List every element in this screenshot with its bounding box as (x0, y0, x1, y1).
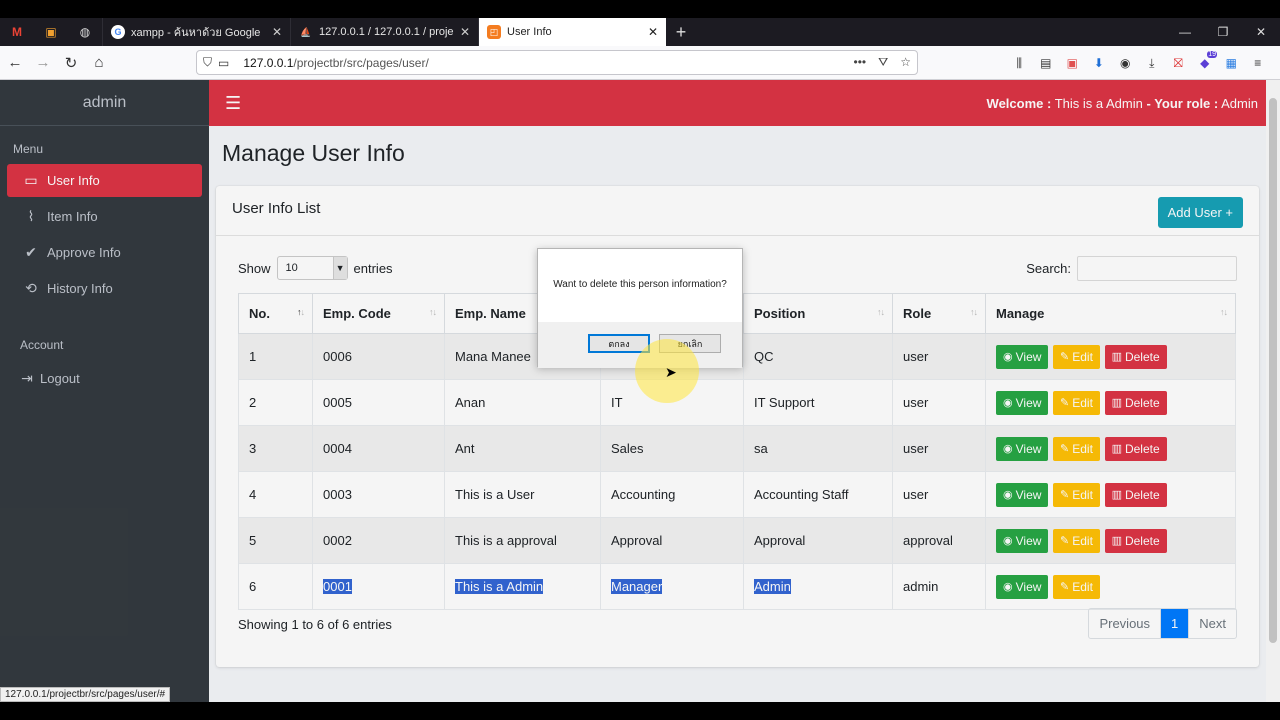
account-icon[interactable]: ◉ (1112, 56, 1139, 70)
tab-phpmyadmin[interactable]: ⛵ 127.0.0.1 / 127.0.0.1 / projectbr ✕ (290, 18, 478, 46)
bookmark-star-icon[interactable]: ☆ (900, 55, 911, 70)
pdf-icon[interactable]: ▣ (1059, 56, 1086, 70)
library-icon[interactable]: ⫼ (1006, 56, 1033, 71)
confirm-dialog: Want to delete this person information? … (537, 248, 743, 368)
forward-icon[interactable]: → (30, 50, 56, 76)
gmail-pinned-tab[interactable]: M (0, 18, 34, 46)
download-manager-icon[interactable]: ⬇ (1086, 56, 1113, 70)
toolbar-icons: ⫼ ▤ ▣ ⬇ ◉ ⤓ ⛝ ◆ 19 ▦ ≡ (1006, 46, 1271, 80)
gmail-icon: M (12, 25, 22, 39)
page-scrollbar[interactable] (1266, 80, 1280, 702)
globe-icon: ◍ (79, 25, 91, 39)
window-controls: — ❐ ✕ (1166, 18, 1280, 46)
dialog-message: Want to delete this person information? (553, 279, 727, 290)
download-icon[interactable]: ⤓ (1139, 56, 1166, 71)
close-icon[interactable]: ✕ (460, 25, 470, 39)
close-window-icon[interactable]: ✕ (1242, 18, 1280, 46)
sidebar-icon[interactable]: ▤ (1033, 56, 1060, 70)
link-status-bar: 127.0.0.1/projectbr/src/pages/user/# (0, 687, 171, 702)
screen-top-bar (0, 0, 1280, 18)
extension-badge-icon[interactable]: ◆ 19 (1192, 51, 1219, 70)
reload-icon[interactable]: ↻ (58, 50, 84, 76)
back-icon[interactable]: ← (2, 50, 28, 76)
menu-icon[interactable]: ≡ (1245, 56, 1272, 70)
extension-icon[interactable]: ⛝ (1165, 56, 1192, 71)
pocket-icon[interactable]: ⛛ (878, 55, 888, 70)
close-icon[interactable]: ✕ (272, 25, 282, 39)
pinned-tab-web[interactable]: ◍ (68, 18, 102, 46)
extensions-icon[interactable]: ▦ (1218, 56, 1245, 70)
app-icon: ◰ (487, 25, 501, 39)
mouse-pointer-icon: ➤ (665, 364, 677, 380)
close-icon[interactable]: ✕ (648, 25, 658, 39)
tab-google[interactable]: G xampp - ค้นหาด้วย Google ✕ (102, 18, 290, 46)
shield-icon: ⛉ (203, 55, 213, 69)
browser-navbar: ← → ↻ ⌂ ⛉ ▭ 127.0.0.1/projectbr/src/page… (0, 46, 1280, 80)
page-icon: ▭ (218, 55, 230, 70)
minimize-icon[interactable]: — (1166, 18, 1204, 46)
home-icon[interactable]: ⌂ (86, 50, 112, 76)
package-icon: ▣ (45, 25, 57, 39)
ok-button[interactable]: ตกลง (588, 334, 650, 353)
pinned-tab[interactable]: ▣ (34, 18, 68, 46)
modal-overlay (0, 80, 1266, 702)
new-tab-button[interactable]: + (666, 18, 696, 46)
phpmyadmin-icon: ⛵ (300, 26, 312, 37)
more-icon[interactable]: ••• (854, 55, 867, 70)
restore-icon[interactable]: ❐ (1204, 18, 1242, 46)
browser-tabstrip: M ▣ ◍ G xampp - ค้นหาด้วย Google ✕ ⛵ 127… (0, 18, 1280, 46)
app: admin Menu ▭ User Info ⌇ Item Info ✔ App… (0, 80, 1280, 702)
tab-user-info[interactable]: ◰ User Info ✕ (478, 18, 666, 46)
url-bar[interactable]: ⛉ ▭ 127.0.0.1/projectbr/src/pages/user/ … (196, 50, 918, 75)
google-icon: G (111, 25, 125, 39)
screen-bottom-bar (0, 702, 1280, 720)
scrollbar-thumb[interactable] (1269, 98, 1277, 643)
